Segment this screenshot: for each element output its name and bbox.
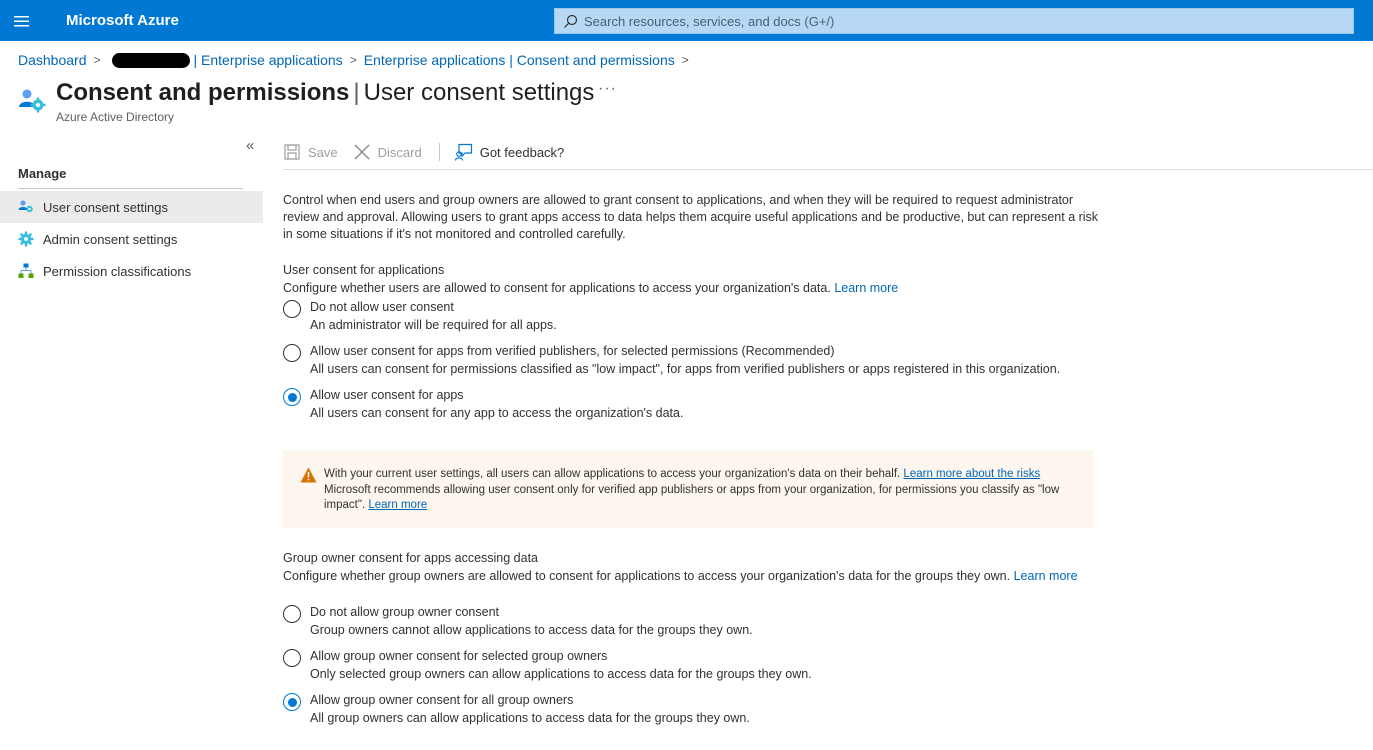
group-consent-desc-text: Configure whether group owners are allow… [283,569,1011,583]
radio-label: Allow user consent for apps from verifie… [310,344,835,358]
save-icon [283,143,301,161]
radio-circle-selected[interactable] [283,388,301,406]
radio-label: Allow user consent for apps [310,388,464,402]
save-button[interactable]: Save [283,143,338,161]
radio-label: Allow group owner consent for all group … [310,693,574,707]
radio-label: Allow group owner consent for selected g… [310,649,608,663]
title-separator: | [353,79,360,106]
command-bar: Save Discard Got feedback? [283,140,579,164]
warning-line1: With your current user settings, all use… [324,468,901,480]
radio-dot [287,697,297,707]
sidebar-item-user-consent-settings[interactable]: User consent settings [0,191,263,223]
radio-description: All users can consent for any app to acc… [310,406,684,420]
radio-circle[interactable] [283,605,301,623]
discard-button[interactable]: Discard [353,143,422,161]
discard-label: Discard [377,144,422,160]
sidebar-item-label: User consent settings [43,199,169,215]
radio-allow-selected-group-owners[interactable]: Allow group owner consent for selected g… [283,648,812,683]
top-bar: Microsoft Azure [0,0,1373,41]
redacted-tenant-name [111,52,190,68]
radio-allow-all-group-owners[interactable]: Allow group owner consent for all group … [283,692,750,727]
learn-more-risks-link[interactable]: Learn more about the risks [903,468,1040,480]
breadcrumb-dashboard[interactable]: Dashboard [18,52,87,68]
hamburger-icon [14,15,29,26]
more-options-button[interactable]: ··· [598,80,617,98]
user-consent-desc-text: Configure whether users are allowed to c… [283,281,831,295]
command-bar-divider [283,169,1373,170]
radio-do-not-allow-group-owner-consent[interactable]: Do not allow group owner consent Group o… [283,604,753,639]
collapse-sidebar-button[interactable]: « [246,137,254,154]
page-title-main: Consent and permissions [56,79,350,106]
sidebar-item-permission-classifications[interactable]: Permission classifications [0,255,263,287]
radio-dot [287,392,297,402]
users-gear-icon [18,199,34,215]
intro-text: Control when end users and group owners … [283,193,1099,241]
radio-allow-user-consent-all-apps[interactable]: Allow user consent for apps All users ca… [283,387,683,422]
radio-description: All group owners can allow applications … [310,711,750,725]
hierarchy-icon [18,263,34,279]
page-subtitle: Azure Active Directory [56,110,175,124]
sidebar-section-manage: Manage [18,166,67,181]
user-consent-learn-more-link[interactable]: Learn more [834,281,898,295]
page-title-sub: User consent settings [363,79,595,106]
brand-title[interactable]: Microsoft Azure [66,12,179,29]
breadcrumb-consent-permissions[interactable]: Enterprise applications | Consent and pe… [364,52,675,68]
sidebar-item-label: Permission classifications [43,263,192,279]
search-icon [564,14,578,28]
radio-do-not-allow-user-consent[interactable]: Do not allow user consent An administrat… [283,299,557,334]
sidebar-divider [18,188,243,189]
gear-icon [18,231,34,247]
radio-description: Only selected group owners can allow app… [310,667,812,681]
radio-allow-verified-publishers[interactable]: Allow user consent for apps from verifie… [283,343,1060,378]
radio-description: Group owners cannot allow applications t… [310,623,753,637]
warning-banner: With your current user settings, all use… [283,450,1093,528]
group-consent-title: Group owner consent for apps accessing d… [283,551,539,565]
radio-circle[interactable] [283,344,301,362]
radio-description: An administrator will be required for al… [310,318,557,332]
warning-learn-more-link[interactable]: Learn more [368,499,427,511]
sidebar-item-label: Admin consent settings [43,231,178,247]
search-input[interactable] [578,13,1353,29]
feedback-button[interactable]: Got feedback? [454,143,565,161]
warning-line2: Microsoft recommends allowing user conse… [324,483,1060,512]
warning-text: With your current user settings, all use… [324,467,1084,514]
global-search[interactable] [554,8,1354,34]
sidebar-item-admin-consent-settings[interactable]: Admin consent settings [0,223,263,255]
feedback-icon [454,143,473,161]
radio-label: Do not allow user consent [310,300,454,314]
user-consent-desc: Configure whether users are allowed to c… [283,280,1083,297]
warning-icon [300,467,317,483]
user-consent-title: User consent for applications [283,263,445,277]
breadcrumb-enterprise-apps[interactable]: | Enterprise applications [194,52,343,68]
group-consent-learn-more-link[interactable]: Learn more [1014,569,1078,583]
radio-description: All users can consent for permissions cl… [310,362,1061,376]
radio-circle[interactable] [283,300,301,318]
radio-circle-selected[interactable] [283,693,301,711]
save-label: Save [308,144,338,160]
chevron-right-icon: > [93,53,101,67]
chevron-right-icon: > [681,53,689,67]
portal-menu-button[interactable] [0,0,44,41]
command-separator [438,143,440,161]
page-title: Consent and permissions | User consent set… [56,79,594,107]
breadcrumb: Dashboard > | Enterprise applications > … [18,51,696,69]
radio-circle[interactable] [283,649,301,667]
feedback-label: Got feedback? [479,144,565,160]
close-icon [353,143,371,161]
users-gear-icon [19,89,46,113]
group-consent-desc: Configure whether group owners are allow… [283,568,1083,585]
radio-label: Do not allow group owner consent [310,605,500,619]
chevron-right-icon: > [349,53,357,67]
